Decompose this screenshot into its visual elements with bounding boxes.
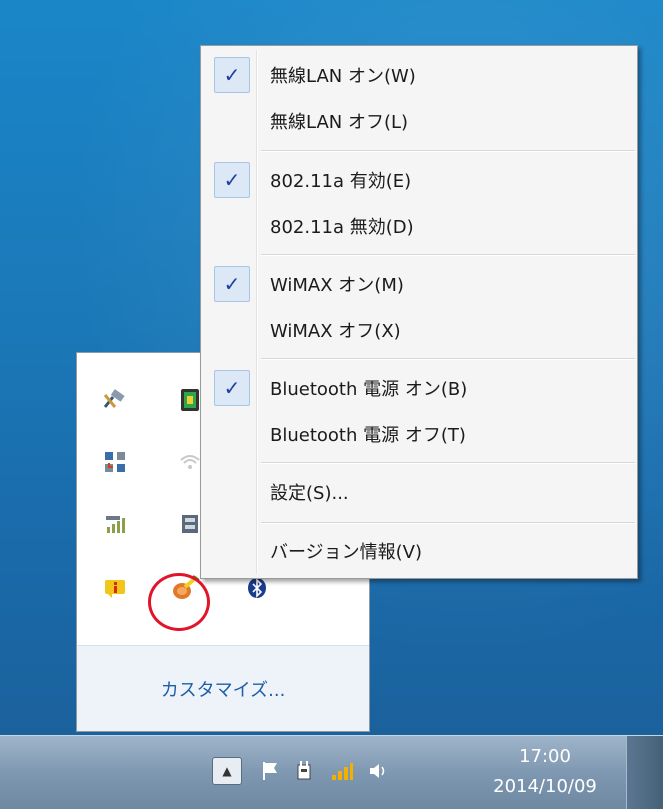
highlight-circle-annotation	[148, 573, 210, 631]
menu-separator	[261, 358, 635, 360]
menu-item-80211a-disable[interactable]: 802.11a 無効(D)	[204, 201, 634, 251]
checkmark-icon: ✓	[214, 370, 250, 406]
checkmark-icon: ✓	[214, 266, 250, 302]
menu-item-wimax-off[interactable]: WiMAX オフ(X)	[204, 305, 634, 355]
clock-time: 17:00	[519, 746, 571, 767]
menu-item-bluetooth-off[interactable]: Bluetooth 電源 オフ(T)	[204, 409, 634, 459]
menu-item-wlan-on[interactable]: ✓ 無線LAN オン(W)	[204, 50, 634, 100]
menu-separator	[261, 462, 635, 464]
volume-speaker-icon[interactable]	[364, 756, 392, 786]
chevron-up-icon: ▲	[222, 764, 232, 778]
clock-date: 2014/10/09	[493, 776, 597, 797]
checkmark-icon: ✓	[214, 162, 250, 198]
signal-bars-icon[interactable]	[102, 511, 128, 537]
tray-footer: カスタマイズ...	[77, 645, 369, 731]
action-center-flag-icon[interactable]	[256, 756, 284, 786]
menu-item-label: 無線LAN オフ(L)	[270, 112, 409, 133]
system-clock[interactable]: 17:00 2014/10/09	[470, 742, 620, 802]
menu-separator	[261, 522, 635, 524]
show-hidden-icons-button[interactable]: ▲	[212, 757, 242, 785]
power-plug-icon[interactable]	[290, 756, 318, 786]
menu-separator	[261, 254, 635, 256]
menu-separator	[261, 150, 635, 152]
info-warning-icon[interactable]	[102, 575, 128, 601]
show-desktop-button[interactable]	[626, 736, 663, 809]
menu-item-wlan-off[interactable]: 無線LAN オフ(L)	[204, 96, 634, 146]
menu-item-80211a-enable[interactable]: ✓ 802.11a 有効(E)	[204, 155, 634, 205]
menu-item-settings[interactable]: 設定(S)...	[204, 467, 634, 517]
context-menu: ✓ 無線LAN オン(W) 無線LAN オフ(L) ✓ 802.11a 有効(E…	[200, 45, 638, 579]
network-tools-icon[interactable]	[102, 387, 128, 413]
menu-item-label: バージョン情報(V)	[270, 542, 422, 563]
menu-item-label: 設定(S)...	[270, 483, 349, 504]
menu-item-bluetooth-on[interactable]: ✓ Bluetooth 電源 オン(B)	[204, 363, 634, 413]
menu-item-label: Bluetooth 電源 オフ(T)	[270, 425, 466, 446]
menu-item-label: 802.11a 有効(E)	[270, 171, 412, 192]
menu-item-label: 無線LAN オン(W)	[270, 66, 416, 87]
menu-item-label: WiMAX オン(M)	[270, 275, 404, 296]
taskbar: ▲ 17:00 2014/10/09	[0, 735, 663, 809]
customize-link[interactable]: カスタマイズ...	[161, 676, 286, 702]
menu-item-label: Bluetooth 電源 オン(B)	[270, 379, 468, 400]
menu-item-version-info[interactable]: バージョン情報(V)	[204, 526, 634, 576]
sync-arrows-icon[interactable]	[102, 449, 128, 475]
menu-item-wimax-on[interactable]: ✓ WiMAX オン(M)	[204, 259, 634, 309]
network-signal-icon[interactable]	[328, 756, 356, 786]
menu-item-label: WiMAX オフ(X)	[270, 321, 401, 342]
menu-item-label: 802.11a 無効(D)	[270, 217, 414, 238]
checkmark-icon: ✓	[214, 57, 250, 93]
